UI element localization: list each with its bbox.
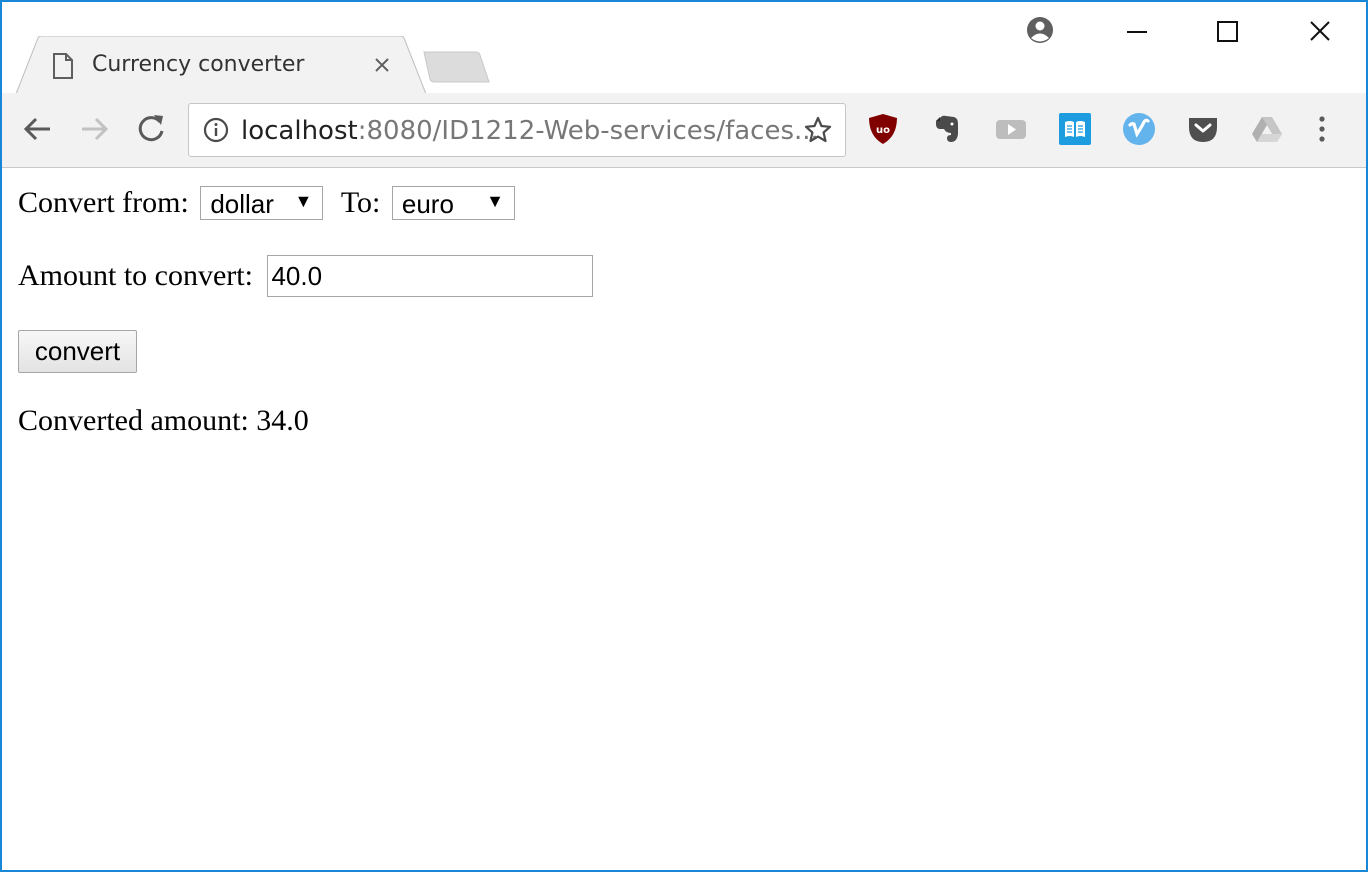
convert-button[interactable]: convert — [18, 330, 137, 373]
address-bar[interactable]: localhost:8080/ID1212-Web-services/faces… — [188, 103, 846, 157]
pocket-icon[interactable] — [1186, 112, 1220, 146]
from-currency-value: dollar — [210, 189, 274, 220]
dropdown-arrow-icon: ▼ — [294, 191, 313, 212]
tab-currency-converter[interactable]: Currency converter — [16, 36, 426, 94]
dropdown-arrow-icon: ▼ — [486, 191, 504, 212]
close-tab-icon[interactable] — [373, 56, 391, 74]
page-content: Convert from: dollar ▼ To: euro ▼ Amount… — [2, 168, 1366, 870]
back-arrow-icon[interactable] — [20, 111, 56, 147]
button-row: convert — [18, 330, 137, 373]
document-icon — [53, 53, 73, 79]
amount-input-value: 40.0 — [271, 261, 323, 291]
tab-title: Currency converter — [92, 52, 305, 77]
info-icon[interactable] — [203, 117, 229, 143]
amount-input[interactable]: 40.0 — [267, 255, 594, 297]
menu-dots-icon[interactable] — [1312, 112, 1332, 146]
from-currency-select[interactable]: dollar ▼ — [200, 186, 324, 221]
url-path: :8080/ID1212-Web-services/faces... — [357, 116, 819, 146]
currency-selection-row: Convert from: dollar ▼ To: euro ▼ — [18, 184, 515, 222]
tab-strip: Currency converter — [2, 2, 1366, 94]
browser-toolbar: localhost:8080/ID1212-Web-services/faces… — [2, 93, 1366, 168]
forward-arrow-icon[interactable] — [76, 111, 112, 147]
result-row: Converted amount: 34.0 — [18, 404, 309, 438]
to-currency-value: euro — [401, 189, 454, 220]
result-value: 34.0 — [256, 404, 309, 437]
url-host: localhost — [241, 116, 358, 146]
google-drive-icon[interactable] — [1250, 112, 1284, 146]
profile-icon[interactable] — [1020, 12, 1060, 52]
vimeo-icon[interactable] — [1122, 112, 1156, 146]
youtube-icon[interactable] — [994, 112, 1028, 146]
amount-row: Amount to convert: 40.0 — [18, 255, 594, 297]
evernote-icon[interactable] — [930, 112, 964, 146]
svg-text:uo: uo — [876, 125, 890, 136]
close-window-icon[interactable] — [1300, 12, 1340, 52]
to-label: To: — [340, 186, 381, 220]
convert-from-label: Convert from: — [18, 186, 189, 220]
reload-icon[interactable] — [133, 111, 169, 147]
url-text: localhost:8080/ID1212-Web-services/faces… — [241, 116, 819, 146]
amount-label: Amount to convert: — [18, 259, 253, 292]
browser-window: Currency converter localhost:8080/ID1212… — [0, 0, 1368, 872]
bookmark-star-icon[interactable] — [803, 115, 833, 145]
result-label: Converted amount: — [18, 404, 249, 437]
reader-icon[interactable] — [1058, 112, 1092, 146]
ublock-icon[interactable]: uo — [866, 112, 900, 146]
to-currency-select[interactable]: euro ▼ — [391, 186, 515, 221]
new-tab-button[interactable] — [422, 50, 492, 84]
maximize-icon[interactable] — [1207, 12, 1247, 52]
minimize-icon[interactable] — [1117, 12, 1157, 52]
